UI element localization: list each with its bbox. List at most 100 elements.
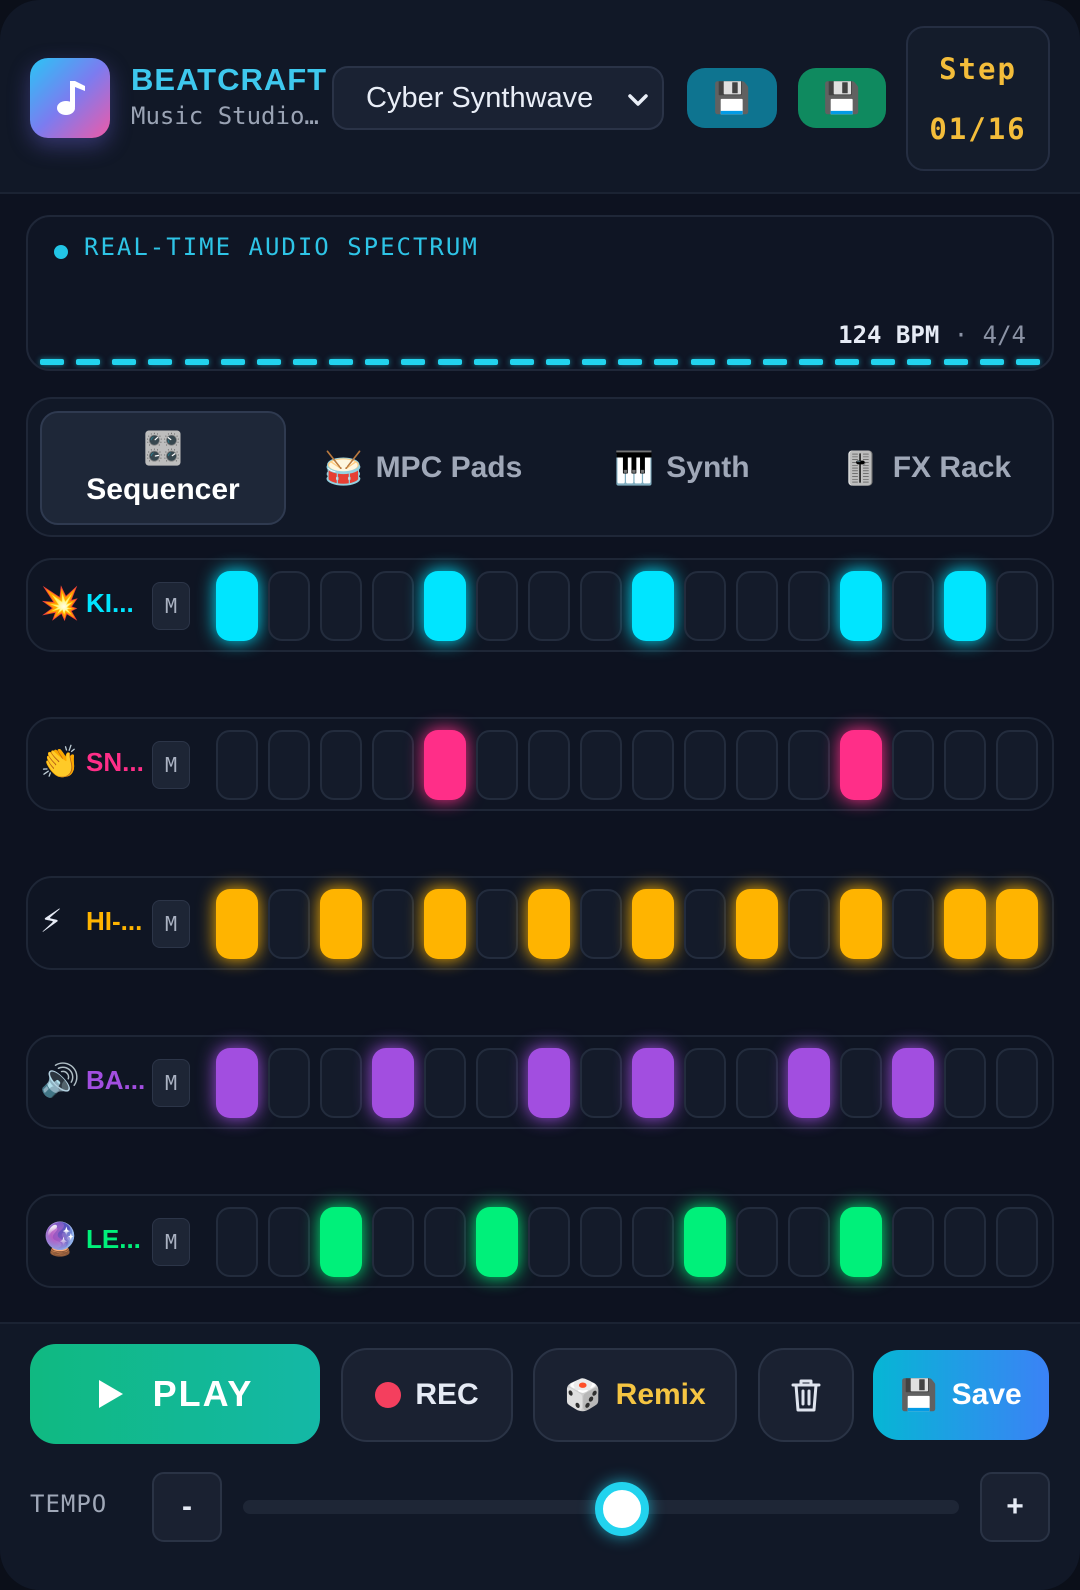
step-pad[interactable] [424,1048,466,1118]
step-pad-active[interactable] [632,571,674,641]
step-pad[interactable] [372,889,414,959]
save-button[interactable]: 💾 Save [873,1350,1049,1440]
step-pad[interactable] [320,1048,362,1118]
step-pad[interactable] [216,1207,258,1277]
step-pad[interactable] [736,1207,778,1277]
step-pad-active[interactable] [944,571,986,641]
export-button[interactable]: 💾 [798,68,886,128]
mute-button[interactable]: M [152,900,190,948]
tempo-increase-button[interactable]: + [980,1472,1050,1542]
step-pad-active[interactable] [528,889,570,959]
step-pad[interactable] [892,571,934,641]
step-pad[interactable] [268,571,310,641]
step-pad[interactable] [684,889,726,959]
step-pad[interactable] [892,1207,934,1277]
step-pad[interactable] [476,571,518,641]
step-pad-active[interactable] [840,571,882,641]
step-pad[interactable] [684,1048,726,1118]
step-pad[interactable] [580,1207,622,1277]
step-pad-active[interactable] [684,1207,726,1277]
step-pad[interactable] [268,730,310,800]
step-pad-active[interactable] [788,1048,830,1118]
step-pad[interactable] [268,889,310,959]
step-pad[interactable] [788,1207,830,1277]
preset-select[interactable]: Cyber Synthwave [332,66,664,130]
mute-button[interactable]: M [152,1059,190,1107]
step-pad[interactable] [476,1048,518,1118]
step-pad[interactable] [892,730,934,800]
step-pad-active[interactable] [216,889,258,959]
step-pad[interactable] [944,1048,986,1118]
step-pad-active[interactable] [944,889,986,959]
step-pad[interactable] [736,730,778,800]
step-pad[interactable] [632,1207,674,1277]
step-pad[interactable] [736,571,778,641]
step-pad-active[interactable] [840,1207,882,1277]
tempo-slider-thumb[interactable] [595,1482,650,1536]
step-pad[interactable] [580,1048,622,1118]
step-pad[interactable] [476,730,518,800]
step-pad-active[interactable] [996,889,1038,959]
step-pad-active[interactable] [892,1048,934,1118]
step-pad[interactable] [268,1207,310,1277]
step-pad[interactable] [320,571,362,641]
tab-fx-rack[interactable]: 🎚️ FX Rack [808,411,1044,525]
record-button[interactable]: REC [341,1348,513,1442]
step-pad-active[interactable] [424,571,466,641]
step-pad[interactable] [996,730,1038,800]
mute-button[interactable]: M [152,1218,190,1266]
step-pad[interactable] [996,1207,1038,1277]
step-pad-active[interactable] [216,1048,258,1118]
remix-button[interactable]: 🎲 Remix [533,1348,737,1442]
step-pad[interactable] [996,571,1038,641]
step-pad[interactable] [424,1207,466,1277]
step-pad[interactable] [788,571,830,641]
step-pad-active[interactable] [528,1048,570,1118]
step-pad-active[interactable] [320,1207,362,1277]
step-pad[interactable] [320,730,362,800]
save-preset-button[interactable]: 💾 [687,68,777,128]
clear-button[interactable] [758,1348,854,1442]
step-pad-active[interactable] [424,889,466,959]
step-pad-active[interactable] [372,1048,414,1118]
step-pad[interactable] [944,1207,986,1277]
mute-button[interactable]: M [152,741,190,789]
step-pad-active[interactable] [320,889,362,959]
step-pad[interactable] [996,1048,1038,1118]
step-pad-active[interactable] [476,1207,518,1277]
step-pad[interactable] [684,571,726,641]
step-pad-active[interactable] [216,571,258,641]
tab-sequencer[interactable]: 🎛️ Sequencer [40,411,286,525]
step-pad[interactable] [528,571,570,641]
step-pad[interactable] [684,730,726,800]
step-pad[interactable] [736,1048,778,1118]
step-pad[interactable] [944,730,986,800]
step-pad[interactable] [476,889,518,959]
step-pad[interactable] [528,1207,570,1277]
step-pad[interactable] [580,571,622,641]
step-pad-active[interactable] [632,889,674,959]
tab-mpc-pads[interactable]: 🥁 MPC Pads [298,411,548,525]
step-pad[interactable] [268,1048,310,1118]
mute-button[interactable]: M [152,582,190,630]
step-pad[interactable] [528,730,570,800]
step-pad[interactable] [788,730,830,800]
tab-synth[interactable]: 🎹 Synth [562,411,802,525]
step-pad[interactable] [580,730,622,800]
step-pad-active[interactable] [840,889,882,959]
step-pad[interactable] [372,730,414,800]
play-button[interactable]: PLAY [30,1344,320,1444]
step-pad-active[interactable] [840,730,882,800]
step-pad[interactable] [372,1207,414,1277]
step-pad[interactable] [580,889,622,959]
step-pad[interactable] [892,889,934,959]
step-pad[interactable] [216,730,258,800]
step-pad-active[interactable] [424,730,466,800]
step-pad-active[interactable] [736,889,778,959]
step-pad[interactable] [372,571,414,641]
step-pad[interactable] [788,889,830,959]
tempo-decrease-button[interactable]: - [152,1472,222,1542]
step-pad[interactable] [840,1048,882,1118]
step-pad-active[interactable] [632,1048,674,1118]
step-pad[interactable] [632,730,674,800]
